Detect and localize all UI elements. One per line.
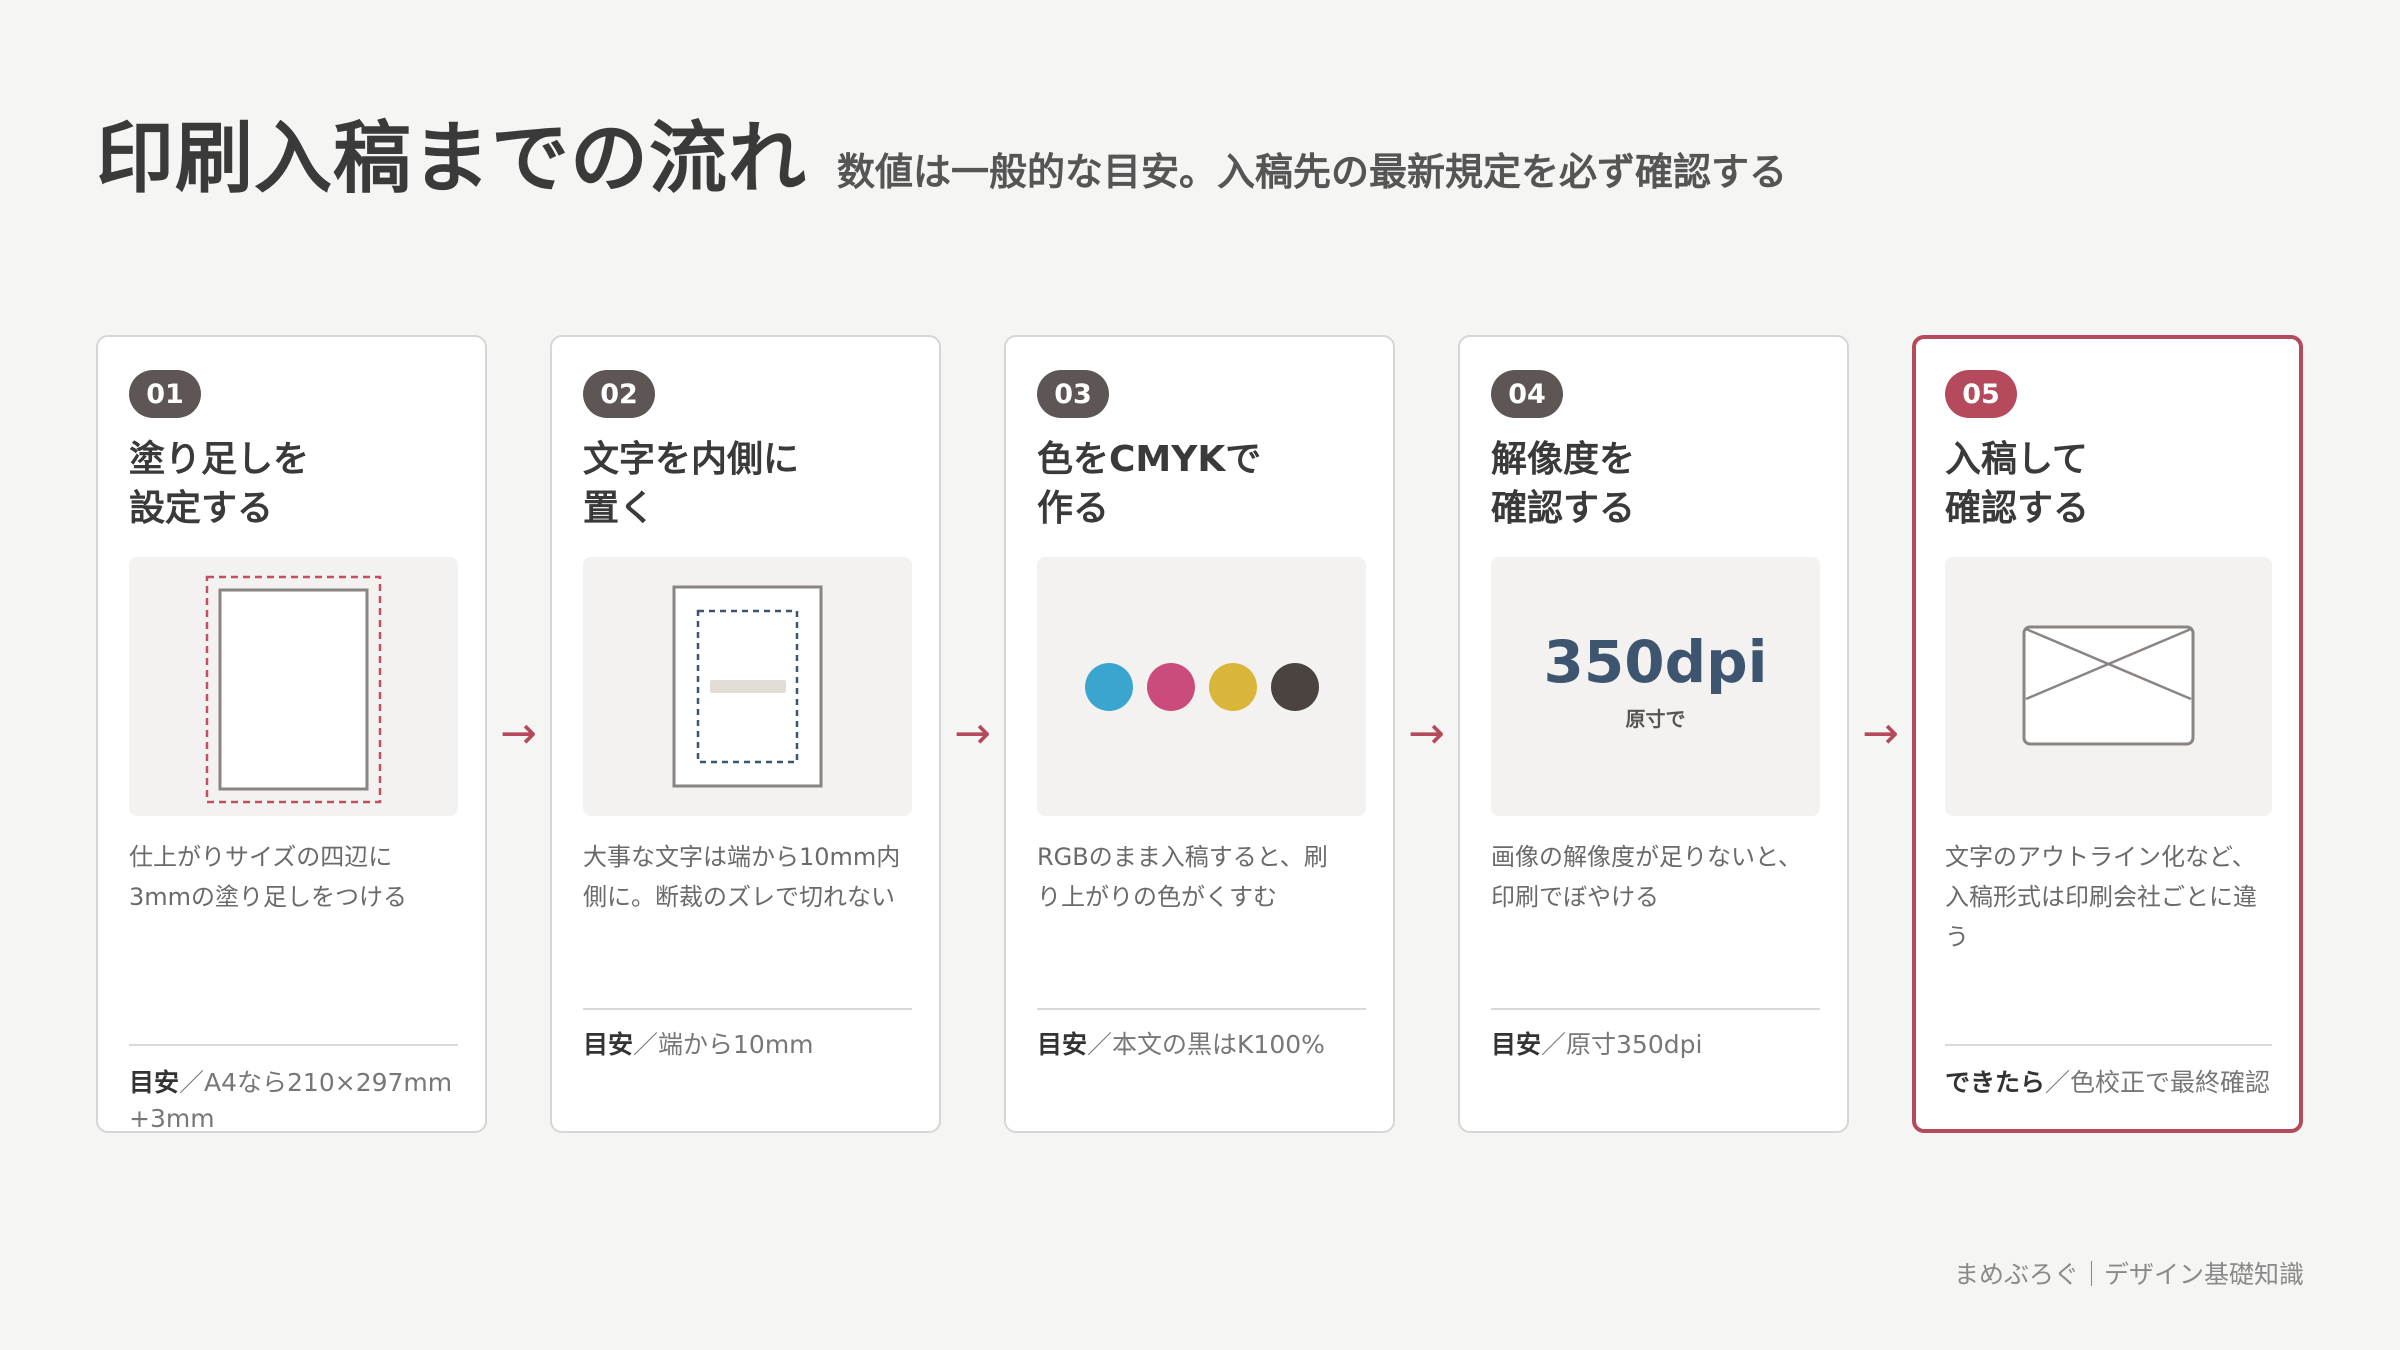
flow-arrow-icon: → [500,708,537,759]
guideline-label: 目安 [583,1030,634,1059]
magenta-dot-icon [1146,663,1195,711]
black-dot-icon [1270,663,1319,711]
step-description: 画像の解像度が足りないと、 印刷でぼやける [1491,843,1803,911]
step-card-bleed: 01 塗り足しを 設定する 仕上がりサイズの四辺に 3mmの塗り足しをつける 目安／… [96,335,487,1133]
step-title: 塗り足しを 設定する [129,439,310,529]
step-number-badge: 03 [1037,370,1109,418]
guideline-text: ／端から10mm [633,1030,814,1059]
step-guideline: 目安／A4なら210×297mm +3mm [129,1065,459,1137]
guideline-text: ／原寸350dpi [1541,1030,1703,1059]
step-number-badge: 02 [583,370,655,418]
step-divider [1945,1044,2272,1046]
bleed-illustration [129,557,458,816]
step-title: 入稿して 確認する [1945,439,2090,529]
step-number-badge: 04 [1491,370,1563,418]
yellow-dot-icon [1208,663,1257,711]
safe-area-page-icon [672,585,823,788]
step-card-resolution: 04 解像度を 確認する 350dpi 原寸で 画像の解像度が足りないと、 印刷でぼ… [1458,335,1849,1133]
cmyk-illustration [1037,557,1366,816]
guideline-label: 目安 [1491,1030,1542,1059]
page-title: 印刷入稿までの流れ [96,114,808,204]
step-divider [1491,1008,1820,1010]
guideline-label: 目安 [129,1068,180,1097]
guideline-text: ／色校正で最終確認 [2045,1068,2271,1097]
guideline-label: できたら [1945,1068,2046,1097]
dpi-illustration: 350dpi 原寸で [1491,557,1820,816]
workflow-steps: 01 塗り足しを 設定する 仕上がりサイズの四辺に 3mmの塗り足しをつける 目安／… [96,335,2303,1133]
safe-area-illustration [583,557,912,816]
step-divider [583,1008,912,1010]
flow-arrow-icon: → [1408,708,1445,759]
step-card-cmyk: 03 色をCMYKで 作る RGBのまま入稿すると、刷 り上がりの色がくすむ 目安／… [1004,335,1395,1133]
step-divider [1037,1008,1366,1010]
flow-arrow-icon: → [954,708,991,759]
step-guideline: 目安／本文の黒はK100% [1037,1027,1367,1063]
page-subtitle: 数値は一般的な目安。入稿先の最新規定を必ず確認する [837,150,1788,194]
flow-arrow-icon: → [1862,708,1899,759]
guideline-text: ／本文の黒はK100% [1087,1030,1325,1059]
step-number-badge: 05 [1945,370,2017,418]
step-title: 文字を内側に 置く [583,439,800,529]
footer-credit: まめぶろぐ｜デザイン基礎知識 [1953,1260,2304,1289]
dpi-readout: 350dpi 原寸で [1491,633,1820,732]
step-description: 文字のアウトライン化など、 入稿形式は印刷会社ごとに違う [1945,843,2257,951]
envelope-icon [2022,625,2195,746]
guideline-label: 目安 [1037,1030,1088,1059]
step-number-badge: 01 [129,370,201,418]
step-description: 大事な文字は端から10mm内 側に。断裁のズレで切れない [583,843,901,911]
step-card-safe-area: 02 文字を内側に 置く 大事な文字は端から10mm内 側に。断裁のズレで切れない … [550,335,941,1133]
step-guideline: 目安／原寸350dpi [1491,1027,1821,1063]
bleed-page-icon [205,575,382,804]
step-description: 仕上がりサイズの四辺に 3mmの塗り足しをつける [129,843,408,911]
cyan-dot-icon [1084,663,1133,711]
step-guideline: 目安／端から10mm [583,1027,913,1063]
step-divider [129,1044,458,1046]
step-title: 解像度を 確認する [1491,439,1636,529]
envelope-illustration [1945,557,2272,816]
step-description: RGBのまま入稿すると、刷 り上がりの色がくすむ [1037,843,1328,911]
dpi-value: 350dpi [1543,628,1768,696]
cmyk-dots [1037,663,1366,711]
dpi-note: 原寸で [1625,707,1686,731]
step-title: 色をCMYKで 作る [1037,439,1262,529]
page-header: 印刷入稿までの流れ 数値は一般的な目安。入稿先の最新規定を必ず確認する [96,96,1787,208]
step-guideline: できたら／色校正で最終確認 [1945,1065,2275,1101]
step-card-submit: 05 入稿して 確認する 文字のアウトライン化など、 入稿形式は印刷会社ごとに違う … [1912,335,2303,1133]
